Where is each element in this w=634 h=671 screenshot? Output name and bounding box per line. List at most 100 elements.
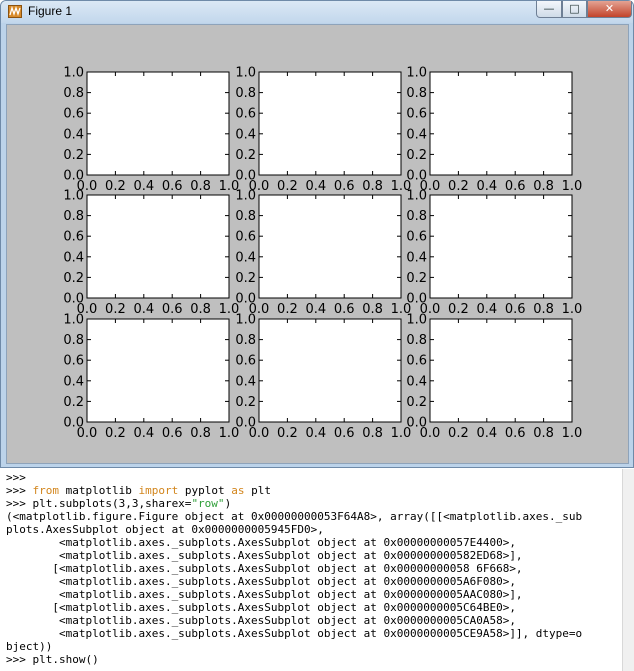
- subplot-axes: [258, 71, 402, 176]
- x-tick-label: 0.6: [505, 302, 526, 317]
- x-tick-label: 0.4: [133, 302, 154, 317]
- console-line: <matplotlib.axes._subplots.AxesSubplot o…: [6, 536, 622, 549]
- console-text: >>> plt.show(): [6, 653, 99, 666]
- x-tick-label: 1.0: [562, 426, 583, 441]
- console-text: bject)): [6, 640, 53, 653]
- y-tick-label: 0.8: [406, 86, 427, 101]
- console-line: bject)): [6, 640, 622, 653]
- console-text: plots.AxesSubplot object at 0x0000000005…: [6, 523, 324, 536]
- console-text: [<matplotlib.axes._subplots.AxesSubplot …: [6, 562, 523, 575]
- console-text: <matplotlib.axes._subplots.AxesSubplot o…: [6, 627, 583, 640]
- console-text: >>>: [6, 484, 33, 497]
- x-tick-label: 0.4: [133, 179, 154, 194]
- console-line: (<matplotlib.figure.Figure object at 0x0…: [6, 510, 622, 523]
- y-tick-label: 0.6: [235, 107, 256, 122]
- y-tick-label: 0.8: [406, 333, 427, 348]
- y-tick-label: 1.0: [63, 66, 84, 81]
- console-text: <matplotlib.axes._subplots.AxesSubplot o…: [6, 536, 516, 549]
- window-title: Figure 1: [28, 4, 73, 18]
- y-tick-label: 0.2: [406, 271, 427, 286]
- x-tick-label: 0.4: [305, 302, 326, 317]
- y-tick-label: 0.6: [406, 107, 427, 122]
- console-line: >>> plt.subplots(3,3,sharex="row"): [6, 497, 622, 510]
- x-tick-label: 0.4: [133, 426, 154, 441]
- console-line: <matplotlib.axes._subplots.AxesSubplot o…: [6, 614, 622, 627]
- y-tick-label: 0.8: [63, 209, 84, 224]
- close-button[interactable]: ✕: [587, 1, 632, 18]
- y-tick-label: 0.6: [406, 230, 427, 245]
- x-tick-label: 0.8: [362, 302, 383, 317]
- y-tick-label: 0.8: [235, 86, 256, 101]
- y-tick-label: 0.2: [63, 271, 84, 286]
- y-tick-label: 0.2: [406, 395, 427, 410]
- x-tick-label: 0.2: [448, 179, 469, 194]
- y-tick-label: 1.0: [235, 313, 256, 328]
- y-tick-label: 0.6: [63, 107, 84, 122]
- x-tick-label: 0.8: [190, 302, 211, 317]
- console-text: >>>: [6, 471, 26, 484]
- maximize-icon: □: [569, 2, 580, 15]
- console-scrollbar[interactable]: [622, 469, 634, 671]
- console-line: plots.AxesSubplot object at 0x0000000005…: [6, 523, 622, 536]
- x-tick-label: 0.6: [162, 426, 183, 441]
- y-tick-label: 0.8: [406, 209, 427, 224]
- console-text: >>> plt.subplots(3,3,sharex=: [6, 497, 192, 510]
- figure-window: Figure 1 — □ ✕ 0.0 0.2 0.4 0.6 0.8 1.0 0.0 0.2 0…: [0, 0, 634, 468]
- x-tick-label: 0.0: [77, 426, 98, 441]
- console-text: pyplot: [178, 484, 232, 497]
- console-line: >>> from matplotlib import pyplot as plt: [6, 484, 622, 497]
- y-tick-label: 0.2: [63, 395, 84, 410]
- subplot-axes: [429, 194, 573, 299]
- subplots-grid: 0.0 0.2 0.4 0.6 0.8 1.0 0.0 0.2 0.4 0.6 0.8 1.0 0.0 0…: [63, 66, 583, 442]
- subplot-axes: [86, 71, 230, 176]
- title-bar[interactable]: Figure 1 — □ ✕: [1, 1, 633, 23]
- y-tick-label: 0.4: [235, 250, 256, 265]
- y-tick-label: 1.0: [406, 66, 427, 81]
- y-tick-label: 0.8: [63, 86, 84, 101]
- figure-canvas[interactable]: 0.0 0.2 0.4 0.6 0.8 1.0 0.0 0.2 0.4 0.6 0.8 1.0 0.0 0…: [6, 24, 629, 464]
- x-tick-label: 0.2: [277, 179, 298, 194]
- y-tick-label: 0.4: [406, 374, 427, 389]
- maximize-button[interactable]: □: [562, 1, 587, 18]
- x-tick-label: 0.8: [362, 426, 383, 441]
- y-tick-label: 0.2: [235, 395, 256, 410]
- y-tick-label: 1.0: [63, 189, 84, 204]
- console-string: "row": [191, 497, 225, 510]
- y-tick-label: 0.6: [235, 354, 256, 369]
- console-line: <matplotlib.axes._subplots.AxesSubplot o…: [6, 549, 622, 562]
- python-console[interactable]: >>> >>> from matplotlib import pyplot as …: [0, 469, 634, 671]
- x-tick-label: 0.0: [249, 426, 270, 441]
- x-tick-label: 0.6: [334, 426, 355, 441]
- minimize-icon: —: [543, 2, 555, 15]
- y-tick-label: 0.8: [63, 333, 84, 348]
- y-tick-label: 0.2: [63, 148, 84, 163]
- x-tick-label: 0.2: [448, 302, 469, 317]
- console-line: <matplotlib.axes._subplots.AxesSubplot o…: [6, 575, 622, 588]
- console-text: <matplotlib.axes._subplots.AxesSubplot o…: [6, 575, 516, 588]
- x-tick-label: 0.2: [105, 426, 126, 441]
- y-tick-label: 0.4: [63, 374, 84, 389]
- y-tick-label: 0.4: [63, 250, 84, 265]
- y-tick-label: 0.8: [235, 209, 256, 224]
- y-tick-label: 1.0: [235, 66, 256, 81]
- y-tick-label: 0.6: [63, 230, 84, 245]
- x-tick-label: 0.4: [476, 179, 497, 194]
- y-tick-label: 1.0: [406, 313, 427, 328]
- y-tick-label: 0.2: [235, 271, 256, 286]
- console-text: matplotlib: [59, 484, 139, 497]
- console-line: [<matplotlib.axes._subplots.AxesSubplot …: [6, 562, 622, 575]
- console-output: >>> >>> from matplotlib import pyplot as …: [6, 471, 622, 666]
- subplot-axes: [429, 71, 573, 176]
- y-tick-label: 1.0: [63, 313, 84, 328]
- x-tick-label: 1.0: [562, 179, 583, 194]
- x-tick-label: 0.2: [105, 302, 126, 317]
- minimize-button[interactable]: —: [536, 1, 562, 18]
- y-tick-label: 0.6: [235, 230, 256, 245]
- x-tick-label: 0.6: [162, 302, 183, 317]
- console-line: >>>: [6, 471, 622, 484]
- subplot-axes: [429, 318, 573, 423]
- y-tick-label: 0.4: [406, 250, 427, 265]
- console-keyword: as: [231, 484, 245, 497]
- x-tick-label: 0.8: [190, 179, 211, 194]
- x-tick-label: 0.2: [105, 179, 126, 194]
